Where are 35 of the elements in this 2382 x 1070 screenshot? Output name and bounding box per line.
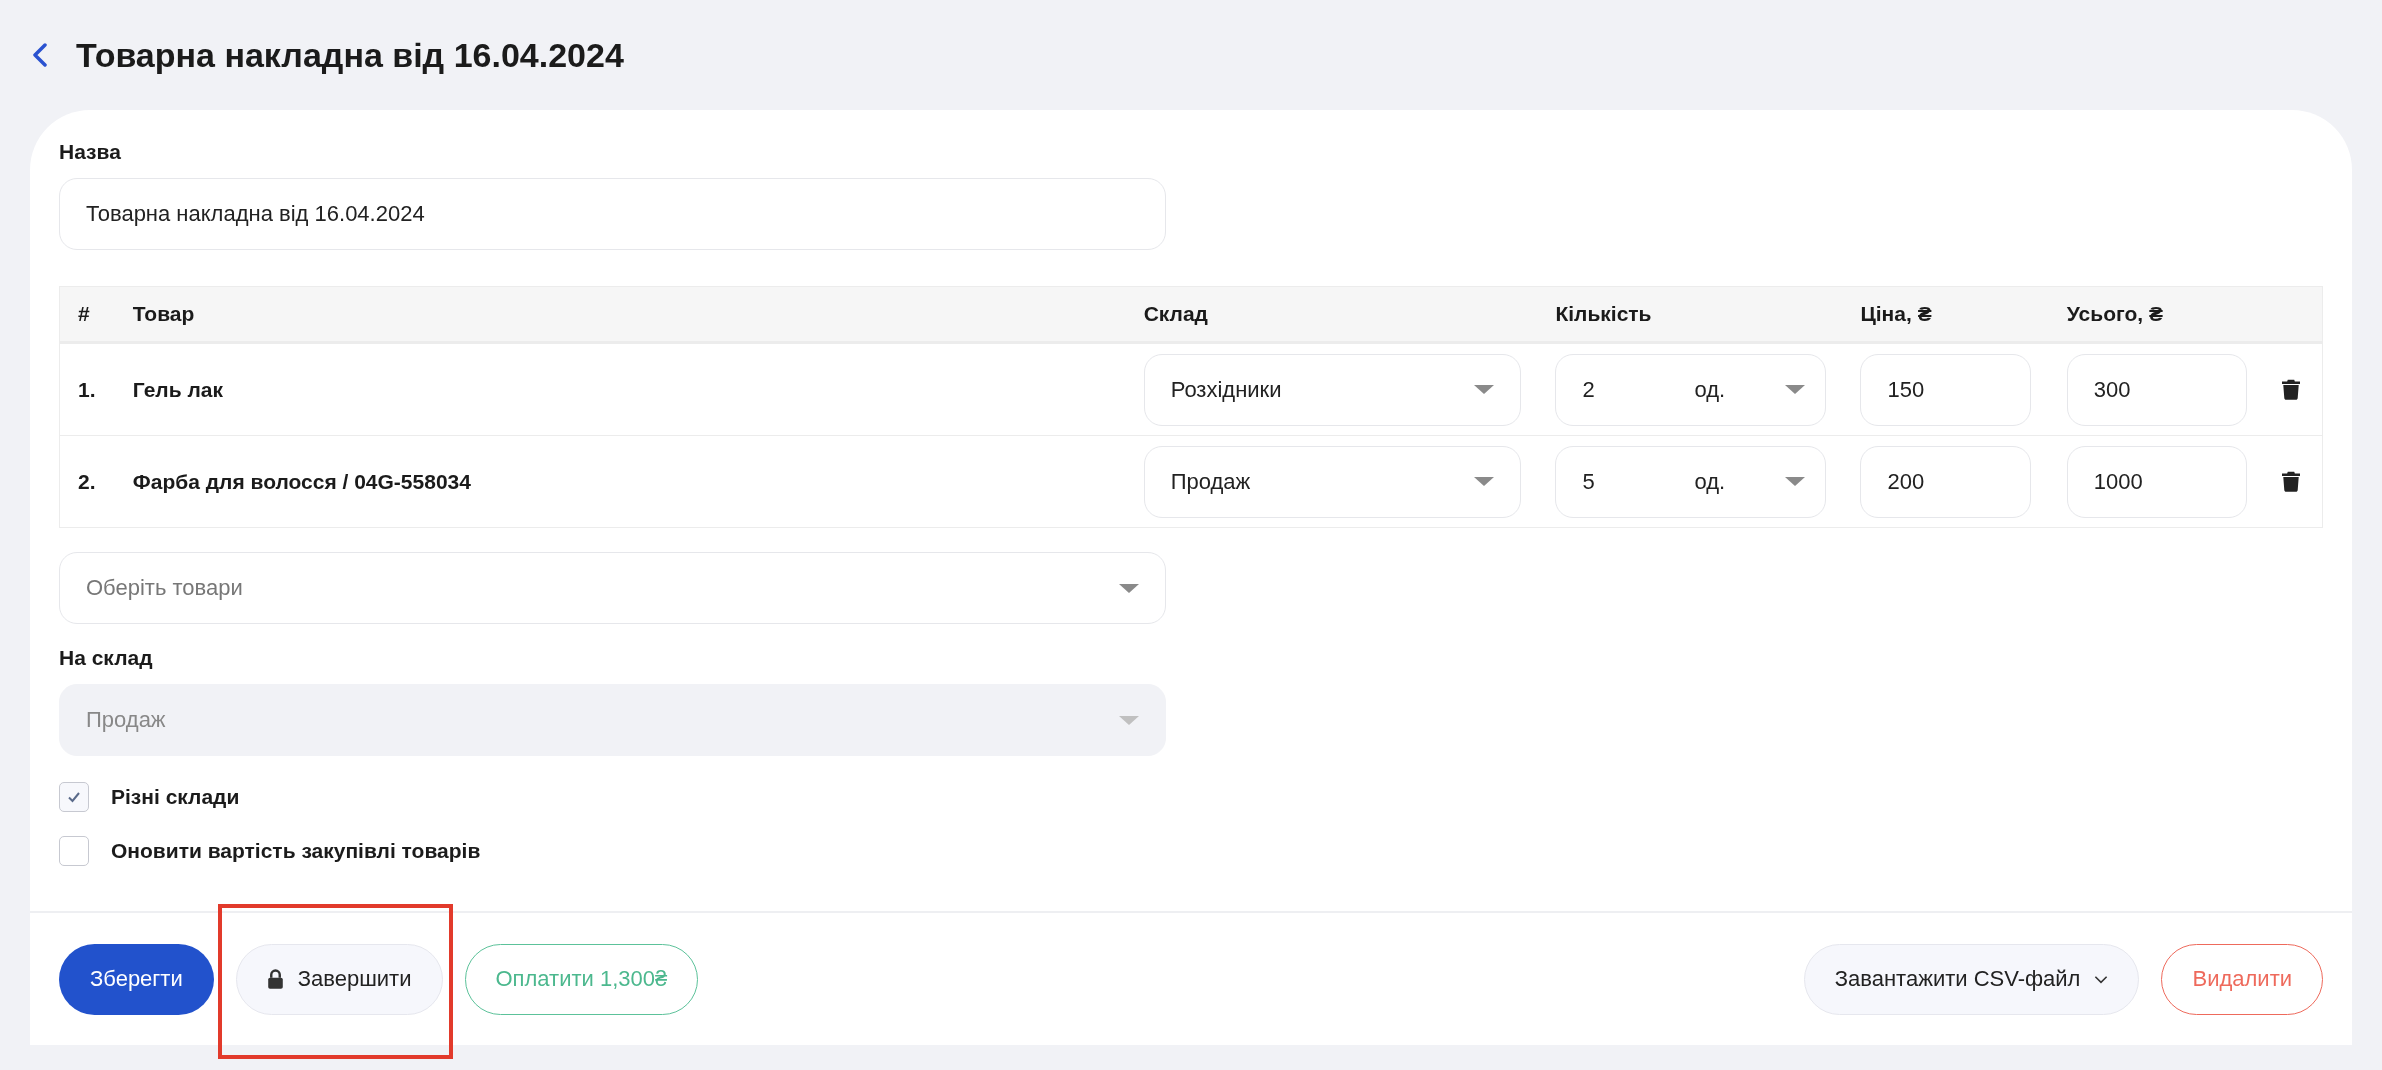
total-field[interactable]: 300 (2066, 353, 2247, 426)
column-header: Кількість (1555, 302, 1653, 326)
price-field[interactable]: 200 (1860, 445, 2032, 518)
warehouse-select[interactable]: Продаж (1143, 445, 1521, 518)
lock-icon (266, 969, 284, 989)
quantity-field[interactable]: 2 од. (1555, 353, 1827, 426)
trash-icon[interactable] (2282, 379, 2301, 400)
name-field[interactable]: Товарна накладна від 16.04.2024 (59, 178, 1166, 250)
quantity-field[interactable]: 5 од. (1555, 445, 1827, 518)
row-number: 2. (77, 469, 97, 494)
trash-icon[interactable] (2282, 471, 2301, 492)
column-header: Склад (1143, 302, 1209, 326)
chevron-down-icon (2094, 974, 2109, 984)
column-header: Товар (132, 302, 196, 326)
product-select[interactable]: Оберіть товари (59, 552, 1166, 624)
price-field[interactable]: 150 (1860, 353, 2032, 426)
product-name: Фарба для волосся / 04G-558034 (132, 469, 472, 494)
row-number: 1. (77, 377, 97, 402)
warehouse-select[interactable]: Розхідники (1143, 353, 1521, 426)
checkbox-label: Оновити вартість закупівлі товарів (111, 839, 481, 863)
total-field[interactable]: 1000 (2066, 445, 2247, 518)
column-header: Ціна, ₴ (1860, 302, 1933, 326)
csv-download-button[interactable]: Завантажити CSV-файл (1803, 943, 2140, 1015)
checkbox-label: Різні склади (111, 785, 240, 809)
finish-button[interactable]: Завершити (235, 943, 443, 1015)
page-title: Товарна накладна від 16.04.2024 (76, 35, 624, 75)
product-name: Гель лак (132, 377, 224, 402)
column-header: # (77, 302, 91, 326)
checkbox[interactable] (59, 836, 89, 866)
checkbox[interactable] (59, 782, 89, 812)
column-header: Усього, ₴ (2066, 302, 2164, 326)
back-icon[interactable] (32, 43, 48, 67)
field-label: Назва (59, 140, 122, 164)
save-button[interactable]: Зберегти (59, 943, 214, 1015)
field-label: На склад (59, 646, 154, 670)
